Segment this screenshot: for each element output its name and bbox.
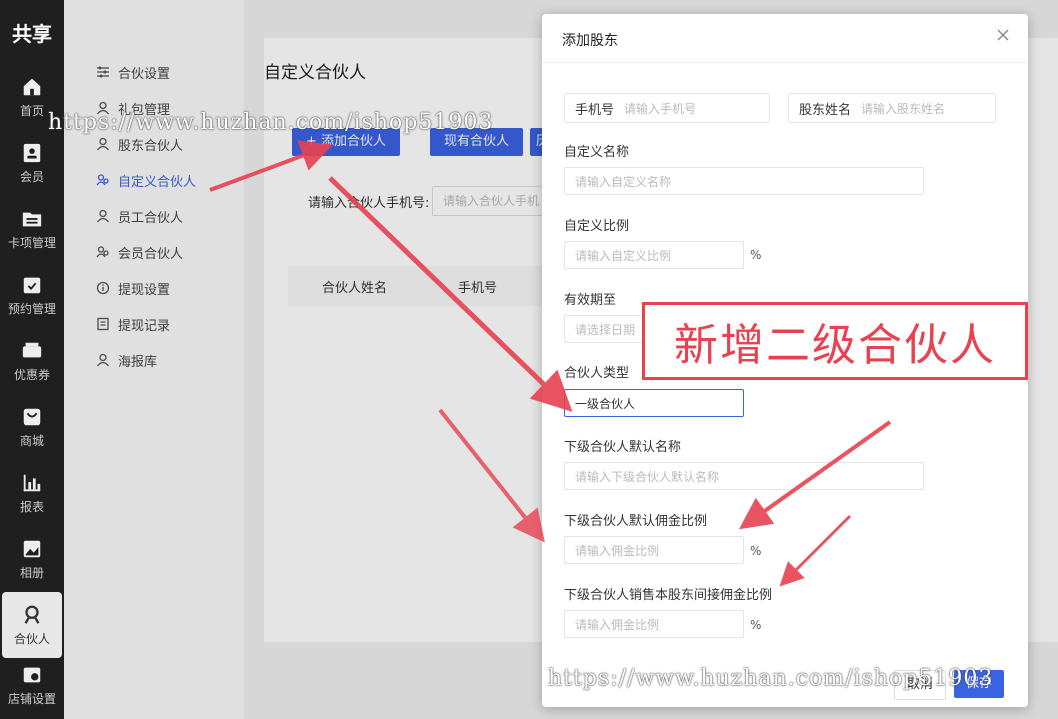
nav-booking[interactable]: 预约管理 [0,262,64,328]
home-icon [21,76,43,98]
nav-album[interactable]: 相册 [0,526,64,592]
nav-partner-label: 合伙人 [13,631,50,646]
shareholder-name-input[interactable]: 股东姓名 请输入股东姓名 [788,93,996,123]
nav-member[interactable]: 会员 [0,130,64,196]
folder-icon [21,208,43,230]
main-nav-rail: 共享 首页 会员 卡项管理 预约管理 优惠券 商城 报表 相册 合伙人 店铺设置 [0,0,64,719]
watermark-bottom: https://www.huzhan.com/ishop51903 [548,666,994,691]
coupon-icon [21,340,43,362]
member-card-icon [21,142,43,164]
sub-default-name-input[interactable]: 请输入下级合伙人默认名称 [564,462,924,490]
custom-ratio-unit: % [750,248,762,262]
nav-shop-settings[interactable]: 店铺设置 [0,658,64,706]
custom-ratio-input[interactable]: 请输入自定义比例 [564,241,744,269]
nav-album-label: 相册 [19,565,44,580]
nav-coupon-label: 优惠券 [13,367,50,382]
sub-indirect-input[interactable]: 请输入佣金比例 [564,610,744,638]
sub-commission-label: 下级合伙人默认佣金比例 [564,514,708,529]
phone-placeholder: 请输入手机号 [624,101,697,116]
nav-mall[interactable]: 商城 [0,394,64,460]
nav-card-items-label: 卡项管理 [7,235,56,250]
partner-type-label: 合伙人类型 [564,366,630,381]
annotation-text: 新增二级合伙人 [674,320,996,371]
custom-name-input[interactable]: 请输入自定义名称 [564,167,924,195]
valid-until-label: 有效期至 [564,293,617,308]
partner-type-select[interactable]: 一级合伙人 [564,389,744,417]
nav-member-label: 会员 [19,169,44,184]
calendar-check-icon [21,274,43,296]
phone-input[interactable]: 手机号 请输入手机号 [564,93,770,123]
sub-indirect-label: 下级合伙人销售本股东间接佣金比例 [564,588,773,603]
nav-card-items[interactable]: 卡项管理 [0,196,64,262]
close-icon[interactable] [996,28,1010,42]
shareholder-name-placeholder: 请输入股东姓名 [861,101,946,116]
phone-label: 手机号 [575,102,615,118]
nav-report-label: 报表 [19,499,44,514]
watermark-top: https://www.huzhan.com/ishop51903 [48,110,494,135]
partner-icon [21,604,43,626]
sub-commission-unit: % [750,544,762,558]
dialog-header: 添加股东 [542,14,1028,63]
nav-coupon[interactable]: 优惠券 [0,328,64,394]
nav-home-label: 首页 [19,103,44,118]
custom-name-label: 自定义名称 [564,145,630,160]
sub-indirect-unit: % [750,618,762,632]
custom-ratio-label: 自定义比例 [564,219,630,234]
bag-icon [21,406,43,428]
app-logo: 共享 [12,21,52,46]
shareholder-name-label: 股东姓名 [799,102,852,118]
nav-booking-label: 预约管理 [7,301,56,316]
dialog-title: 添加股东 [562,33,618,49]
image-icon [21,538,43,560]
sub-default-name-label: 下级合伙人默认名称 [564,440,682,455]
sub-commission-input[interactable]: 请输入佣金比例 [564,536,744,564]
nav-shop-settings-label: 店铺设置 [7,692,56,706]
shop-settings-icon [21,664,43,686]
bar-chart-icon [21,472,43,494]
nav-report[interactable]: 报表 [0,460,64,526]
annotation-callout: 新增二级合伙人 [642,302,1028,380]
nav-partner[interactable]: 合伙人 [2,592,62,658]
nav-mall-label: 商城 [19,433,44,448]
